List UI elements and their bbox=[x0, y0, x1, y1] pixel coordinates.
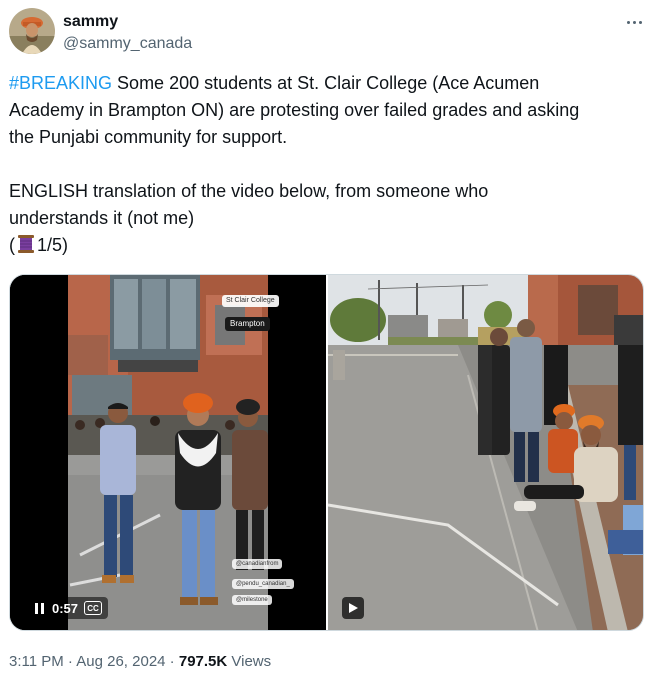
meta-separator: · bbox=[165, 653, 179, 670]
user-handle[interactable]: @sammy_canada bbox=[63, 34, 192, 54]
tweet-text-line: ENGLISH translation of the video below, … bbox=[9, 181, 489, 201]
video-1-frame bbox=[10, 275, 326, 630]
video-player-2[interactable] bbox=[328, 275, 643, 630]
avatar[interactable] bbox=[9, 8, 55, 54]
hashtag-link[interactable]: #BREAKING bbox=[9, 73, 112, 93]
meta-separator: · bbox=[63, 653, 77, 670]
tweet-text-line: #BREAKING Some 200 students at St. Clair… bbox=[9, 70, 649, 97]
play-icon[interactable] bbox=[342, 597, 364, 619]
overlay-college-tag: St Clair College bbox=[222, 295, 279, 307]
spool-of-thread-icon bbox=[15, 234, 37, 254]
tweet-date[interactable]: Aug 26, 2024 bbox=[76, 653, 165, 670]
media-grid: St Clair College Brampton @canadianfrom … bbox=[9, 274, 644, 631]
more-options-icon[interactable] bbox=[620, 12, 648, 32]
video-player-1[interactable]: St Clair College Brampton @canadianfrom … bbox=[10, 275, 326, 630]
tweet-text-fragment: Some 200 students at St. Clair College (… bbox=[112, 73, 540, 93]
video-duration: 0:57 bbox=[52, 600, 79, 616]
overlay-handle-tag: @milestone bbox=[232, 595, 272, 605]
captions-button[interactable]: CC bbox=[84, 601, 103, 615]
tweet-text: #BREAKING Some 200 students at St. Clair… bbox=[9, 70, 649, 259]
thread-count: 1/5) bbox=[37, 235, 69, 255]
tweet-text-line: understands it (not me) bbox=[9, 208, 195, 228]
tweet-time[interactable]: 3:11 PM bbox=[9, 653, 64, 670]
tweet-text-line: the Punjabi community for support. bbox=[9, 127, 288, 147]
overlay-handle-tag: @canadianfrom bbox=[232, 559, 283, 569]
video-2-frame bbox=[328, 275, 643, 630]
user-display-name[interactable]: sammy bbox=[63, 12, 118, 32]
pause-icon[interactable] bbox=[32, 601, 46, 615]
views-count: 797.5K bbox=[178, 653, 228, 670]
tweet: sammy @sammy_canada #BREAKING Some 200 s… bbox=[0, 0, 656, 687]
views-label: Views bbox=[227, 653, 272, 670]
overlay-handle-tag: @pendu_canadian_ bbox=[232, 579, 294, 589]
thread-indicator: ( 1/5) bbox=[9, 232, 649, 259]
tweet-meta: 3:11 PM · Aug 26, 2024 · 797.5K Views bbox=[9, 652, 271, 672]
overlay-location-tag: Brampton bbox=[225, 317, 270, 331]
tweet-text-line: Academy in Brampton ON) are protesting o… bbox=[9, 100, 580, 120]
video-1-controls: 0:57 CC bbox=[26, 597, 109, 619]
